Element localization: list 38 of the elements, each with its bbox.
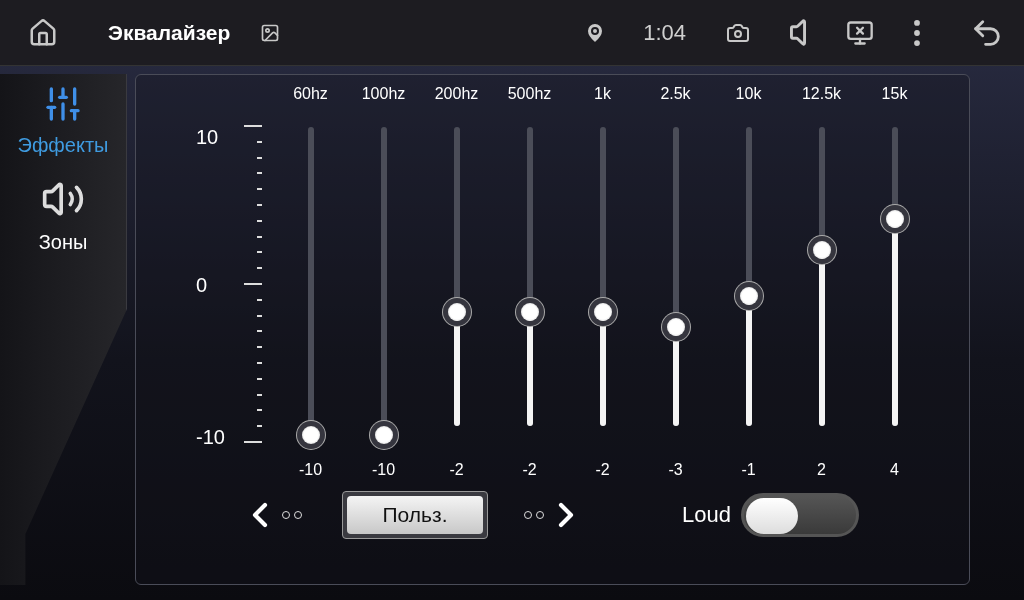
band-label: 500hz <box>507 85 552 104</box>
clock-time: 1:04 <box>643 19 686 46</box>
menu-button[interactable] <box>914 19 920 46</box>
band-value: -3 <box>668 461 683 479</box>
home-icon <box>28 17 58 48</box>
scale-label: -10 <box>196 425 225 449</box>
speaker-button[interactable] <box>790 19 806 46</box>
band-value: -10 <box>371 461 396 479</box>
loud-toggle[interactable] <box>740 493 859 537</box>
band-label: 10k <box>735 85 762 104</box>
band-label: 15k <box>881 85 908 104</box>
sliders-icon <box>43 84 83 124</box>
band-value: -10 <box>298 461 323 479</box>
band-value: -2 <box>449 461 464 479</box>
screen-x-icon <box>846 18 874 47</box>
loud-label: Loud <box>682 502 731 528</box>
home-button[interactable] <box>28 17 58 48</box>
band-label: 1k <box>594 85 611 104</box>
sidebar-item[interactable]: Эффекты <box>0 80 126 167</box>
band-value: 2 <box>817 461 826 479</box>
band-label: 60hz <box>293 85 328 104</box>
band-label: 100hz <box>361 85 406 104</box>
band-value: -1 <box>741 461 756 479</box>
sidebar-item[interactable]: Зоны <box>0 173 126 264</box>
speaker-icon <box>790 19 806 46</box>
band-label: 2.5k <box>660 85 691 104</box>
screen-close-button[interactable] <box>846 18 874 47</box>
screen-title: Эквалайзер <box>108 20 231 45</box>
image-icon <box>260 22 281 43</box>
menu-icon <box>914 19 920 46</box>
scale-label: 0 <box>196 273 208 297</box>
band-label: 200hz <box>434 85 479 104</box>
band-label: 12.5k <box>801 85 842 104</box>
band-value: -2 <box>595 461 610 479</box>
band-value: -2 <box>522 461 537 479</box>
band-value: 4 <box>890 461 899 479</box>
scale-label: 10 <box>196 125 219 149</box>
preset-button[interactable]: Польз. <box>347 496 483 534</box>
